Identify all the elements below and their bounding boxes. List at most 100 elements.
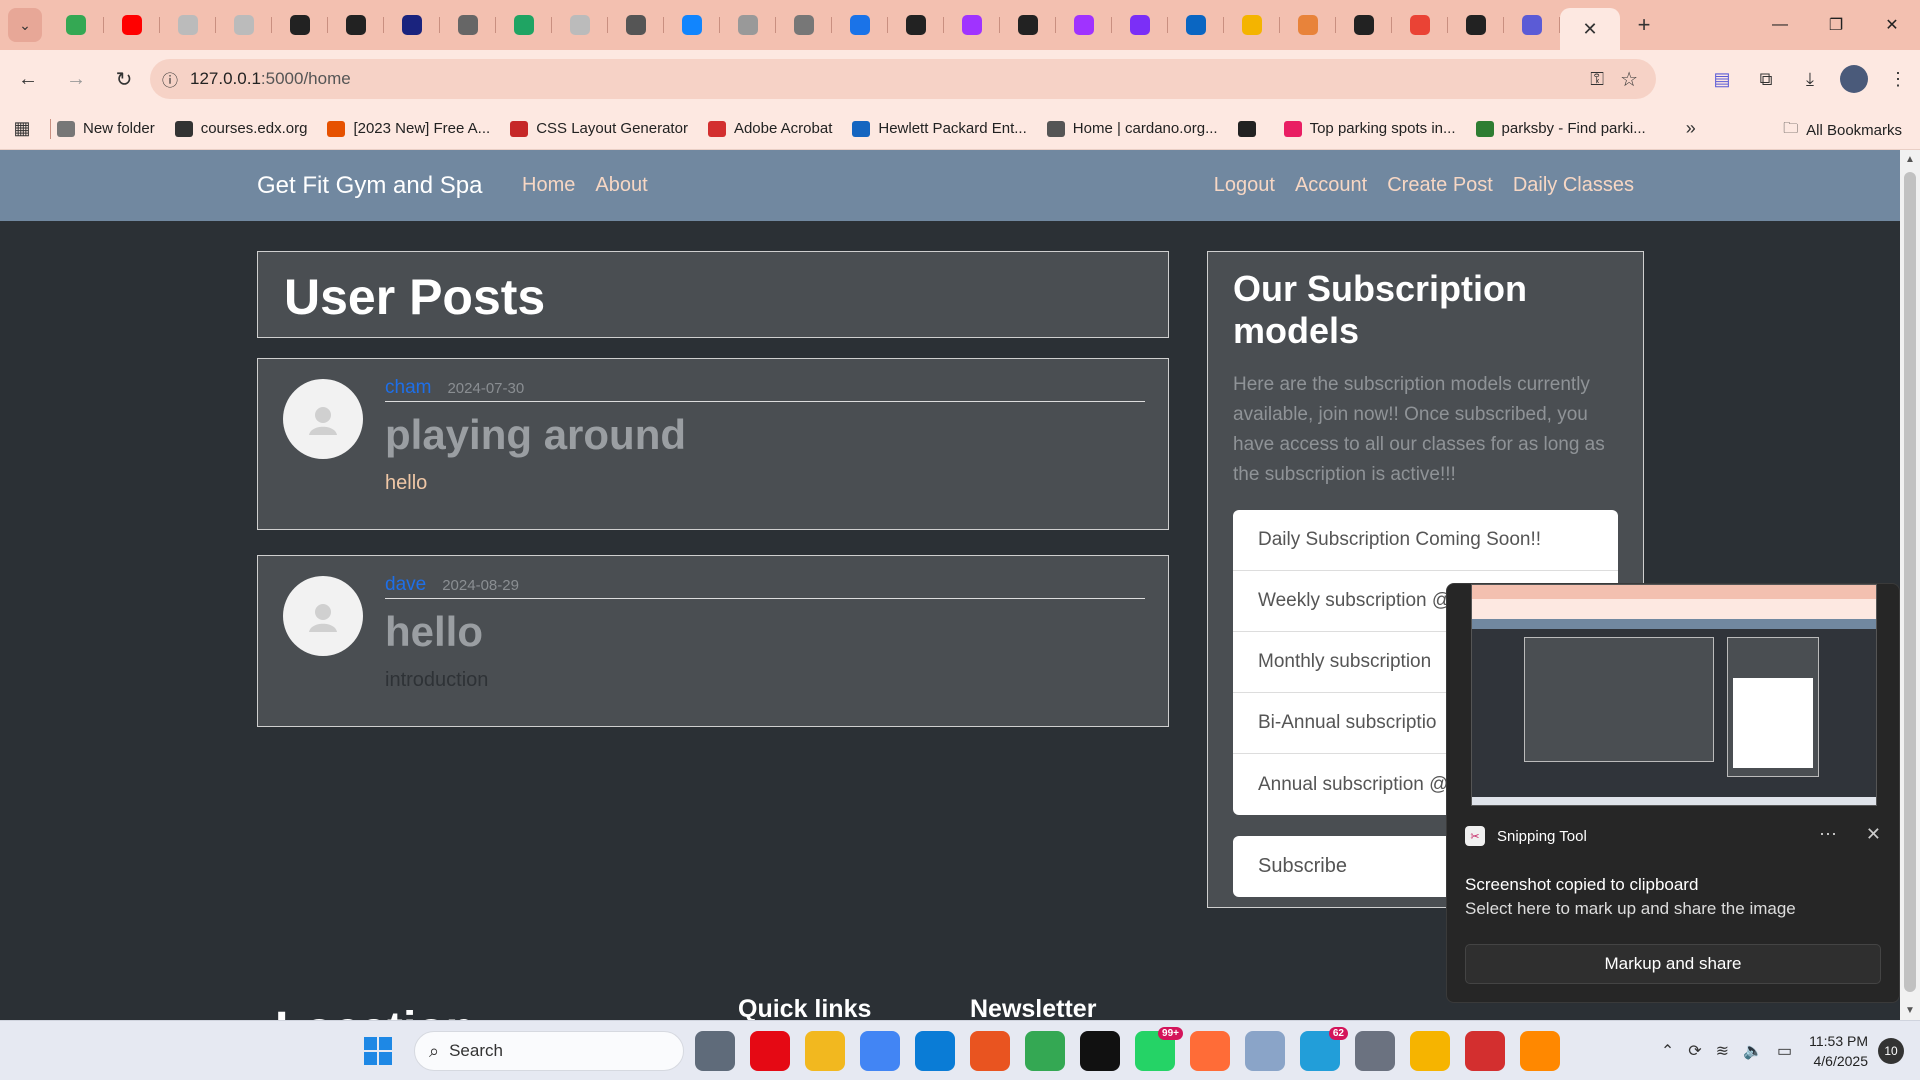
chevron-up-icon[interactable]: ⌃ [1661, 1041, 1674, 1061]
notification-count-badge[interactable]: 10 [1878, 1038, 1904, 1064]
browser-tab[interactable] [216, 5, 272, 45]
chrome-icon[interactable] [860, 1031, 900, 1071]
chrome-icon[interactable] [1025, 1031, 1065, 1071]
all-bookmarks-button[interactable]: 🗀 All Bookmarks [1783, 118, 1902, 143]
monitor-icon[interactable] [1245, 1031, 1285, 1071]
download-icon[interactable]: ⤓ [1788, 59, 1832, 99]
capcut-icon[interactable] [1080, 1031, 1120, 1071]
browser-tab[interactable] [440, 5, 496, 45]
edge-icon[interactable] [915, 1031, 955, 1071]
close-tab-icon[interactable]: ✕ [1582, 19, 1597, 40]
browser-tab[interactable] [160, 5, 216, 45]
bookmark-item[interactable]: [2023 New] Free A... [327, 120, 490, 137]
browser-tab[interactable] [496, 5, 552, 45]
browser-tab[interactable] [1504, 5, 1560, 45]
acrobat-icon[interactable] [1465, 1031, 1505, 1071]
site-brand[interactable]: Get Fit Gym and Spa [257, 172, 482, 200]
post-author-link[interactable]: dave [385, 574, 426, 596]
browser-tab[interactable] [776, 5, 832, 45]
nav-link-account[interactable]: Account [1295, 174, 1367, 197]
address-bar[interactable]: ⓘ 127.0.0.1:5000/home ⚿ ☆ [150, 59, 1656, 99]
chrome-canary-icon[interactable] [1410, 1031, 1450, 1071]
bookmark-item[interactable]: Home | cardano.org... [1046, 120, 1218, 137]
start-windows-icon[interactable] [364, 1037, 392, 1065]
browser-tab[interactable] [328, 5, 384, 45]
scroll-down-icon[interactable]: ▼ [1905, 1005, 1915, 1016]
volume-icon[interactable]: 🔈 [1743, 1041, 1763, 1061]
screenshot-preview-thumbnail[interactable] [1471, 584, 1877, 806]
post-author-link[interactable]: cham [385, 377, 431, 399]
browser-tab[interactable] [384, 5, 440, 45]
browser-tab[interactable] [552, 5, 608, 45]
browser-tab[interactable] [608, 5, 664, 45]
password-key-icon[interactable]: ⚿ [1590, 69, 1604, 90]
bookmark-item[interactable]: parksby - Find parki... [1475, 120, 1646, 137]
post-title[interactable]: playing around [385, 411, 686, 459]
browser-tab[interactable] [944, 5, 1000, 45]
bookmark-star-icon[interactable]: ☆ [1620, 67, 1638, 92]
bookmark-item[interactable]: Hewlett Packard Ent... [852, 120, 1027, 137]
extensions-puzzle-icon[interactable]: ⧉ [1744, 59, 1788, 99]
browser-tab[interactable] [104, 5, 160, 45]
browser-tab[interactable] [272, 5, 328, 45]
more-bookmarks-icon[interactable]: » [1686, 118, 1696, 139]
apps-grid-icon[interactable]: ▦ [0, 118, 44, 139]
tab-active[interactable]: ✕ [1560, 8, 1620, 50]
browser-tab[interactable] [1280, 5, 1336, 45]
minimize-button[interactable]: — [1752, 0, 1808, 50]
browser-tab[interactable] [48, 5, 104, 45]
browser-tab[interactable] [664, 5, 720, 45]
tab-search-dropdown-icon[interactable]: ⌄ [8, 8, 42, 42]
battery-icon[interactable]: ▭ [1777, 1041, 1792, 1061]
reading-list-icon[interactable]: ▤ [1700, 59, 1744, 99]
nav-link-home[interactable]: Home [522, 174, 575, 197]
restore-button[interactable]: ❐ [1808, 0, 1864, 50]
settings-icon[interactable] [1355, 1031, 1395, 1071]
bookmark-item[interactable]: Adobe Acrobat [707, 120, 832, 137]
browser-tab[interactable] [888, 5, 944, 45]
browser-tab[interactable] [720, 5, 776, 45]
browser-tab[interactable] [1112, 5, 1168, 45]
file-explorer-icon[interactable] [805, 1031, 845, 1071]
url-text[interactable]: 127.0.0.1:5000/home [190, 69, 351, 89]
close-window-button[interactable]: ✕ [1864, 0, 1920, 50]
browser-tab[interactable] [1056, 5, 1112, 45]
bookmark-item[interactable]: CSS Layout Generator [510, 120, 688, 137]
toast-more-options-icon[interactable]: ⋯ [1819, 824, 1837, 845]
nav-link-about[interactable]: About [595, 174, 647, 197]
markup-and-share-button[interactable]: Markup and share [1465, 944, 1881, 984]
wifi-icon[interactable]: ≋ [1716, 1041, 1729, 1061]
forward-button[interactable]: → [56, 59, 96, 99]
nav-link-logout[interactable]: Logout [1214, 174, 1275, 197]
nav-link-create-post[interactable]: Create Post [1387, 174, 1493, 197]
netflix-icon[interactable] [750, 1031, 790, 1071]
scroll-up-icon[interactable]: ▲ [1905, 154, 1915, 165]
browser-tab[interactable] [1224, 5, 1280, 45]
nav-link-daily-classes[interactable]: Daily Classes [1513, 174, 1634, 197]
new-tab-button[interactable]: + [1626, 7, 1662, 43]
postman-icon[interactable] [1190, 1031, 1230, 1071]
taskbar-search-box[interactable]: ⌕ Search [414, 1031, 684, 1071]
task-view-icon[interactable] [695, 1031, 735, 1071]
reload-button[interactable]: ↻ [104, 59, 144, 99]
snipping-tool-notification[interactable]: ✂ Snipping Tool ⋯ ✕ Screenshot copied to… [1446, 583, 1900, 1003]
browser-tab[interactable] [1392, 5, 1448, 45]
browser-tab[interactable] [1336, 5, 1392, 45]
bookmark-item[interactable]: courses.edx.org [174, 120, 307, 137]
browser-tab[interactable] [1000, 5, 1056, 45]
ubuntu-icon[interactable] [970, 1031, 1010, 1071]
telegram-icon[interactable]: 62 [1300, 1027, 1348, 1071]
bookmark-item[interactable]: Top parking spots in... [1283, 120, 1456, 137]
menu-kebab-icon[interactable]: ⋮ [1876, 59, 1920, 99]
back-button[interactable]: ← [8, 59, 48, 99]
browser-tab[interactable] [832, 5, 888, 45]
whatsapp-icon[interactable]: 99+ [1135, 1027, 1183, 1071]
browser-tab[interactable] [1168, 5, 1224, 45]
page-scrollbar[interactable]: ▲ ▼ [1900, 150, 1920, 1020]
browser-tab[interactable] [1448, 5, 1504, 45]
bookmark-item[interactable] [1237, 120, 1264, 137]
sync-icon[interactable]: ⟳ [1688, 1041, 1701, 1061]
scrollbar-thumb[interactable] [1904, 172, 1916, 992]
clock[interactable]: 11:53 PM 4/6/2025 [1809, 1031, 1868, 1071]
site-info-icon[interactable]: ⓘ [150, 67, 190, 91]
